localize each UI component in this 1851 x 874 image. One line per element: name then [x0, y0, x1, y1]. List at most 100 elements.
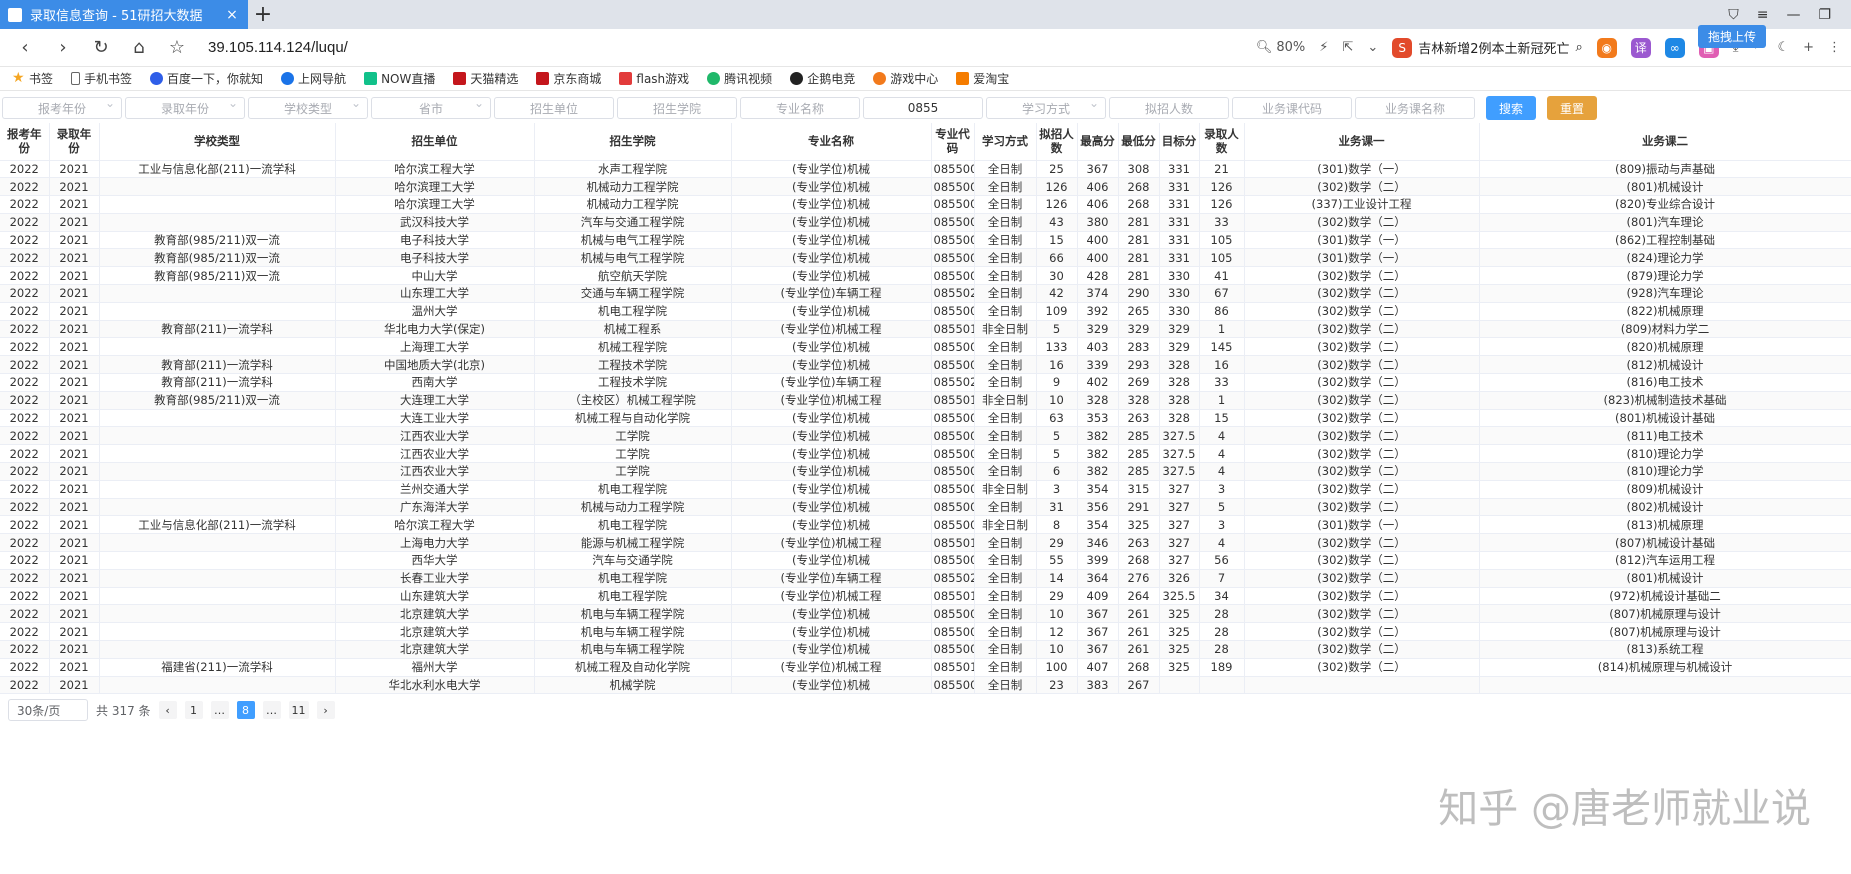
table-row[interactable]: 2022 2021 北京建筑大学 机电与车辆工程学院 (专业学位)机械 085500 全日制…: [0, 640, 1851, 659]
loop-icon[interactable]: ∞: [1664, 37, 1685, 58]
star-icon[interactable]: ☆: [162, 33, 192, 63]
table-row[interactable]: 2022 2021 哈尔滨理工大学 机械动力工程学院 (专业学位)机械 085500 全日制…: [0, 177, 1851, 197]
table-row[interactable]: 2022 2021 福建省(211)一流学科 福州大学 机械工程及自动化学院 (专业学位)…: [0, 658, 1851, 677]
browser-tab[interactable]: 录取信息查询 - 51研招大数据 ×: [0, 0, 248, 29]
search-icon[interactable]: ⌕: [1576, 40, 1583, 55]
translate-icon[interactable]: 译: [1630, 37, 1651, 58]
table-row[interactable]: 2022 2021 教育部(985/211)双一流 中山大学 航空航天学院 (专业学位)机…: [0, 266, 1851, 286]
table-row[interactable]: 2022 2021 西华大学 汽车与交通学院 (专业学位)机械 085500 全日制 55 39…: [0, 551, 1851, 570]
table-row[interactable]: 2022 2021 长春工业大学 机电工程学院 (专业学位)车辆工程 085502 全日制 1…: [0, 569, 1851, 588]
reset-button[interactable]: 重置: [1547, 96, 1597, 120]
table-row[interactable]: 2022 2021 广东海洋大学 机械与动力工程学院 (专业学位)机械 085500 全日制…: [0, 498, 1851, 517]
bookmark-tmall[interactable]: 天猫精选: [453, 70, 518, 87]
filter-major-input[interactable]: 专业名称: [740, 97, 860, 119]
table-cell: [99, 409, 336, 428]
more-icon[interactable]: ⋮: [1828, 40, 1841, 55]
table-cell: 327: [1159, 480, 1200, 499]
filter-admit-year[interactable]: 录取年份: [125, 96, 245, 119]
filter-college-input[interactable]: 招生学院: [617, 97, 737, 119]
table-row[interactable]: 2022 2021 上海电力大学 能源与机械工程学院 (专业学位)机械工程 085501 全…: [0, 533, 1851, 553]
bookmark-aitaobao[interactable]: 爱淘宝: [956, 70, 1009, 87]
shirt-icon[interactable]: ⛉: [1728, 7, 1739, 23]
bookmark-baidu[interactable]: 百度一下，你就知: [150, 70, 263, 87]
table-row[interactable]: 2022 2021 山东建筑大学 机电工程学院 (专业学位)机械工程 085501 全日制 2…: [0, 587, 1851, 606]
page-button[interactable]: 1: [184, 701, 203, 720]
table-cell: 能源与机械工程学院: [534, 533, 732, 553]
bookmark-tencent-video[interactable]: 腾讯视频: [707, 70, 772, 87]
share-icon[interactable]: ⇱: [1342, 40, 1353, 55]
table-row[interactable]: 2022 2021 哈尔滨理工大学 机械动力工程学院 (专业学位)机械 085500 全日制…: [0, 195, 1851, 214]
table-row[interactable]: 2022 2021 工业与信息化部(211)一流学科 哈尔滨工程大学 水声工程学院 (专业…: [0, 160, 1851, 179]
table-cell: 085500: [931, 515, 975, 535]
filter-major-code-input[interactable]: 0855: [863, 97, 983, 119]
chevron-down-icon[interactable]: ⌄: [1367, 40, 1378, 55]
table-row[interactable]: 2022 2021 山东理工大学 交通与车辆工程学院 (专业学位)车辆工程 085502 全…: [0, 284, 1851, 303]
restore-icon[interactable]: ❐: [1818, 7, 1831, 23]
bookmark-now[interactable]: NOW直播: [364, 70, 435, 87]
page-size-select[interactable]: 30条/页: [8, 699, 88, 722]
moon-icon[interactable]: ☾: [1777, 40, 1789, 55]
bolt-icon[interactable]: ⚡︎: [1319, 40, 1328, 55]
filter-study-mode[interactable]: 学习方式: [986, 96, 1106, 119]
bookmark-jd[interactable]: 京东商城: [536, 70, 601, 87]
page-ellipsis[interactable]: …: [262, 701, 281, 720]
table-row[interactable]: 2022 2021 教育部(985/211)双一流 大连理工大学 （主校区）机械工程学院…: [0, 391, 1851, 410]
table-row[interactable]: 2022 2021 温州大学 机电工程学院 (专业学位)机械 085500 全日制 109 39…: [0, 302, 1851, 321]
new-tab-button[interactable]: +: [248, 0, 278, 29]
search-button[interactable]: 搜索: [1486, 96, 1536, 120]
page-ellipsis[interactable]: …: [210, 701, 229, 720]
minimize-icon[interactable]: —: [1786, 7, 1800, 23]
next-page-button[interactable]: ›: [316, 701, 335, 720]
table-row[interactable]: 2022 2021 武汉科技大学 汽车与交通工程学院 (专业学位)机械 085500 全日制…: [0, 213, 1851, 232]
table-row[interactable]: 2022 2021 北京建筑大学 机电与车辆工程学院 (专业学位)机械 085500 全日制…: [0, 604, 1851, 624]
bookmark-mobile[interactable]: 手机书签: [71, 70, 132, 87]
bookmark-esports[interactable]: 企鹅电竞: [790, 70, 855, 87]
table-cell: 406: [1077, 195, 1119, 214]
table-row[interactable]: 2022 2021 工业与信息化部(211)一流学科 哈尔滨工程大学 机电工程学院 (专业…: [0, 515, 1851, 535]
table-row[interactable]: 2022 2021 江西农业大学 工学院 (专业学位)机械 085500 全日制 5 382 28…: [0, 444, 1851, 464]
filter-course-name-input[interactable]: 业务课名称: [1355, 97, 1475, 119]
game-icon[interactable]: ◉: [1596, 37, 1617, 58]
bookmark-games[interactable]: 游戏中心: [873, 70, 938, 87]
table-row[interactable]: 2022 2021 教育部(985/211)双一流 电子科技大学 机械与电气工程学院 (专…: [0, 248, 1851, 268]
filter-quota-input[interactable]: 拟招人数: [1109, 97, 1229, 119]
home-icon[interactable]: ⌂: [124, 33, 154, 63]
bookmark-nav[interactable]: 上网导航: [281, 70, 346, 87]
tab-close-icon[interactable]: ×: [224, 7, 240, 23]
table-cell: 327: [1159, 551, 1200, 570]
page-button[interactable]: 11: [288, 701, 309, 720]
table-row[interactable]: 2022 2021 江西农业大学 工学院 (专业学位)机械 085500 全日制 5 382 28…: [0, 426, 1851, 446]
table-cell: 2022: [0, 177, 50, 197]
table-row[interactable]: 2022 2021 上海理工大学 机械工程学院 (专业学位)机械 085500 全日制 133…: [0, 337, 1851, 357]
table-cell: (302)数学（二）: [1244, 213, 1480, 232]
url-field[interactable]: 39.105.114.124/luqu/: [208, 39, 1256, 56]
table-cell: 392: [1077, 302, 1119, 321]
news-search-box[interactable]: S 吉林新增2例本土新冠死亡 ⌕: [1392, 37, 1583, 58]
plus-icon[interactable]: +: [1803, 40, 1814, 55]
back-icon[interactable]: ‹: [10, 33, 40, 63]
table-row[interactable]: 2022 2021 兰州交通大学 机电工程学院 (专业学位)机械 085500 非全日制 3 3…: [0, 480, 1851, 499]
bookmark-folder[interactable]: ★ 书签: [12, 70, 53, 87]
filter-course-code-input[interactable]: 业务课代码: [1232, 97, 1352, 119]
bookmark-flash[interactable]: flash游戏: [619, 70, 689, 87]
table-row[interactable]: 2022 2021 教育部(211)一流学科 中国地质大学(北京) 工程技术学院 (专业学…: [0, 355, 1851, 375]
page-button-active[interactable]: 8: [236, 701, 255, 720]
table-row[interactable]: 2022 2021 教育部(211)一流学科 西南大学 工程技术学院 (专业学位)车辆工程…: [0, 373, 1851, 392]
filter-province[interactable]: 省市: [371, 96, 491, 119]
table-row[interactable]: 2022 2021 华北水利水电大学 机械学院 (专业学位)机械 085500 全日制 23 3…: [0, 676, 1851, 695]
filter-apply-year[interactable]: 报考年份: [2, 96, 122, 119]
table-row[interactable]: 2022 2021 教育部(211)一流学科 华北电力大学(保定) 机械工程系 (专业学位…: [0, 320, 1851, 339]
table-cell: (809)机械设计: [1479, 480, 1851, 499]
zoom-control[interactable]: 🔍︎ 80%: [1256, 40, 1305, 55]
table-row[interactable]: 2022 2021 教育部(985/211)双一流 电子科技大学 机械与电气工程学院 (专…: [0, 231, 1851, 250]
upload-button[interactable]: 拖拽上传: [1697, 25, 1766, 48]
forward-icon[interactable]: ›: [48, 33, 78, 63]
filter-unit-input[interactable]: 招生单位: [494, 97, 614, 119]
table-row[interactable]: 2022 2021 北京建筑大学 机电与车辆工程学院 (专业学位)机械 085500 全日制…: [0, 622, 1851, 642]
table-row[interactable]: 2022 2021 江西农业大学 工学院 (专业学位)机械 085500 全日制 6 382 28…: [0, 462, 1851, 481]
table-row[interactable]: 2022 2021 大连工业大学 机械工程与自动化学院 (专业学位)机械 085500 全日…: [0, 409, 1851, 428]
menu-icon[interactable]: ≡: [1757, 7, 1769, 23]
reload-icon[interactable]: ↻: [86, 33, 116, 63]
prev-page-button[interactable]: ‹: [158, 701, 177, 720]
filter-school-type[interactable]: 学校类型: [248, 96, 368, 119]
